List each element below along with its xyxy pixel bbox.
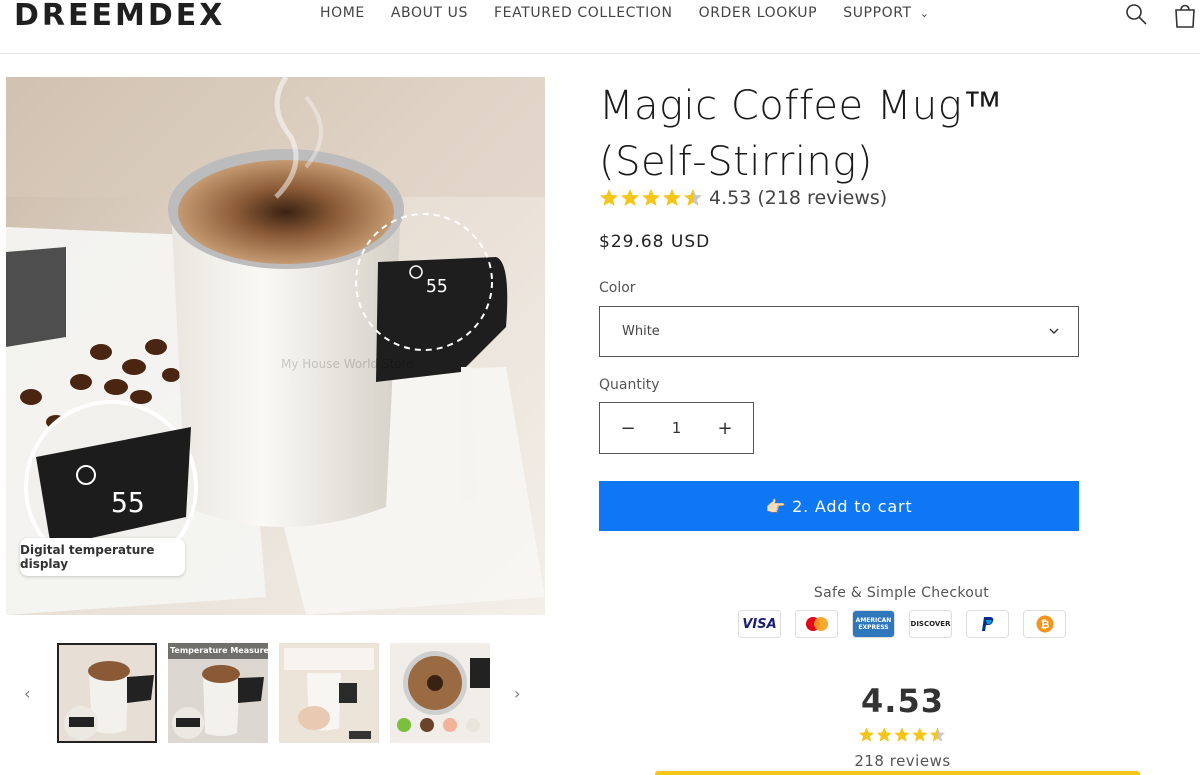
cart-icon[interactable]	[1172, 2, 1198, 28]
rating-text: 4.53 (218 reviews)	[709, 187, 888, 209]
checkout-title: Safe & Simple Checkout	[813, 585, 990, 601]
thumbnail-2-image	[168, 643, 268, 743]
review-count[interactable]: 218 reviews	[800, 752, 1005, 770]
nav-support-wrap[interactable]: SUPPORT ⌄	[843, 5, 929, 21]
nav-featured-collection[interactable]: FEATURED COLLECTION	[494, 5, 673, 21]
display-feature-label: Digital temperature display	[20, 538, 185, 576]
thumbnail-1[interactable]	[57, 643, 157, 743]
site-header: DREEMDEX HOME ABOUT US FEATURED COLLECTI…	[0, 0, 1200, 54]
product-rating[interactable]: 4.53 (218 reviews)	[599, 187, 887, 209]
color-select[interactable]: White	[599, 306, 1079, 357]
quantity-increase-button[interactable]: +	[715, 418, 735, 439]
quantity-value[interactable]: 1	[672, 419, 682, 437]
mastercard-icon	[795, 610, 838, 638]
thumbnail-1-image	[59, 645, 155, 741]
chevron-down-icon: ⌄	[919, 7, 930, 20]
bitcoin-logo: ₿	[1036, 615, 1053, 633]
nav-support[interactable]: SUPPORT	[843, 5, 912, 21]
product-title: Magic Coffee Mug™ (Self-Stirring)	[599, 83, 1003, 185]
visa-icon: VISA	[738, 610, 781, 638]
bitcoin-icon: ₿	[1023, 610, 1066, 638]
mug-illustration: 55 55	[6, 77, 545, 615]
main-product-image[interactable]: 55 55 My House World Store Digital tempe…	[6, 77, 545, 615]
product-price: $29.68 USD	[599, 232, 711, 252]
color-label: Color	[599, 280, 636, 296]
mastercard-logo	[805, 617, 828, 631]
add-to-cart-button[interactable]: 👉🏻 2. Add to cart	[599, 481, 1079, 531]
paypal-logo	[981, 617, 993, 631]
payment-methods: VISA AMERICAN EXPRESS DISCOVER ₿	[738, 610, 1066, 638]
paypal-icon	[966, 610, 1009, 638]
amex-icon: AMERICAN EXPRESS	[852, 610, 895, 638]
color-select-value: White	[622, 324, 660, 339]
thumbnail-2[interactable]: Temperature Measurement	[168, 643, 268, 743]
thumbnail-3-image	[279, 643, 379, 743]
search-icon[interactable]	[1124, 2, 1148, 26]
main-nav: HOME ABOUT US FEATURED COLLECTION ORDER …	[320, 5, 930, 21]
rating-stars-icon	[600, 189, 702, 206]
nav-home[interactable]: HOME	[320, 5, 365, 21]
chevron-right-icon[interactable]: ›	[514, 684, 520, 703]
nav-about-us[interactable]: ABOUT US	[391, 5, 468, 21]
thumbnail-3[interactable]	[279, 643, 379, 743]
chevron-left-icon[interactable]: ‹	[24, 684, 30, 703]
quantity-label: Quantity	[599, 377, 660, 393]
site-logo[interactable]: DREEMDEX	[14, 0, 225, 33]
nav-order-lookup[interactable]: ORDER LOOKUP	[699, 5, 818, 21]
discover-icon: DISCOVER	[909, 610, 952, 638]
average-rating: 4.53	[861, 682, 944, 720]
review-stars-icon	[858, 727, 946, 742]
thumbnail-4-image	[390, 643, 490, 743]
svg-text:₿: ₿	[1040, 618, 1049, 631]
chevron-down-icon	[1049, 328, 1059, 334]
image-watermark: My House World Store	[281, 357, 414, 371]
quantity-decrease-button[interactable]: −	[618, 418, 638, 439]
rating-distribution-bar	[655, 771, 1140, 775]
quantity-stepper: − 1 +	[599, 402, 754, 454]
thumbnail-4[interactable]	[390, 643, 490, 743]
svg-text:55: 55	[426, 276, 448, 297]
thumbnail-2-caption: Temperature Measurement	[170, 646, 268, 655]
svg-text:55: 55	[111, 486, 145, 519]
